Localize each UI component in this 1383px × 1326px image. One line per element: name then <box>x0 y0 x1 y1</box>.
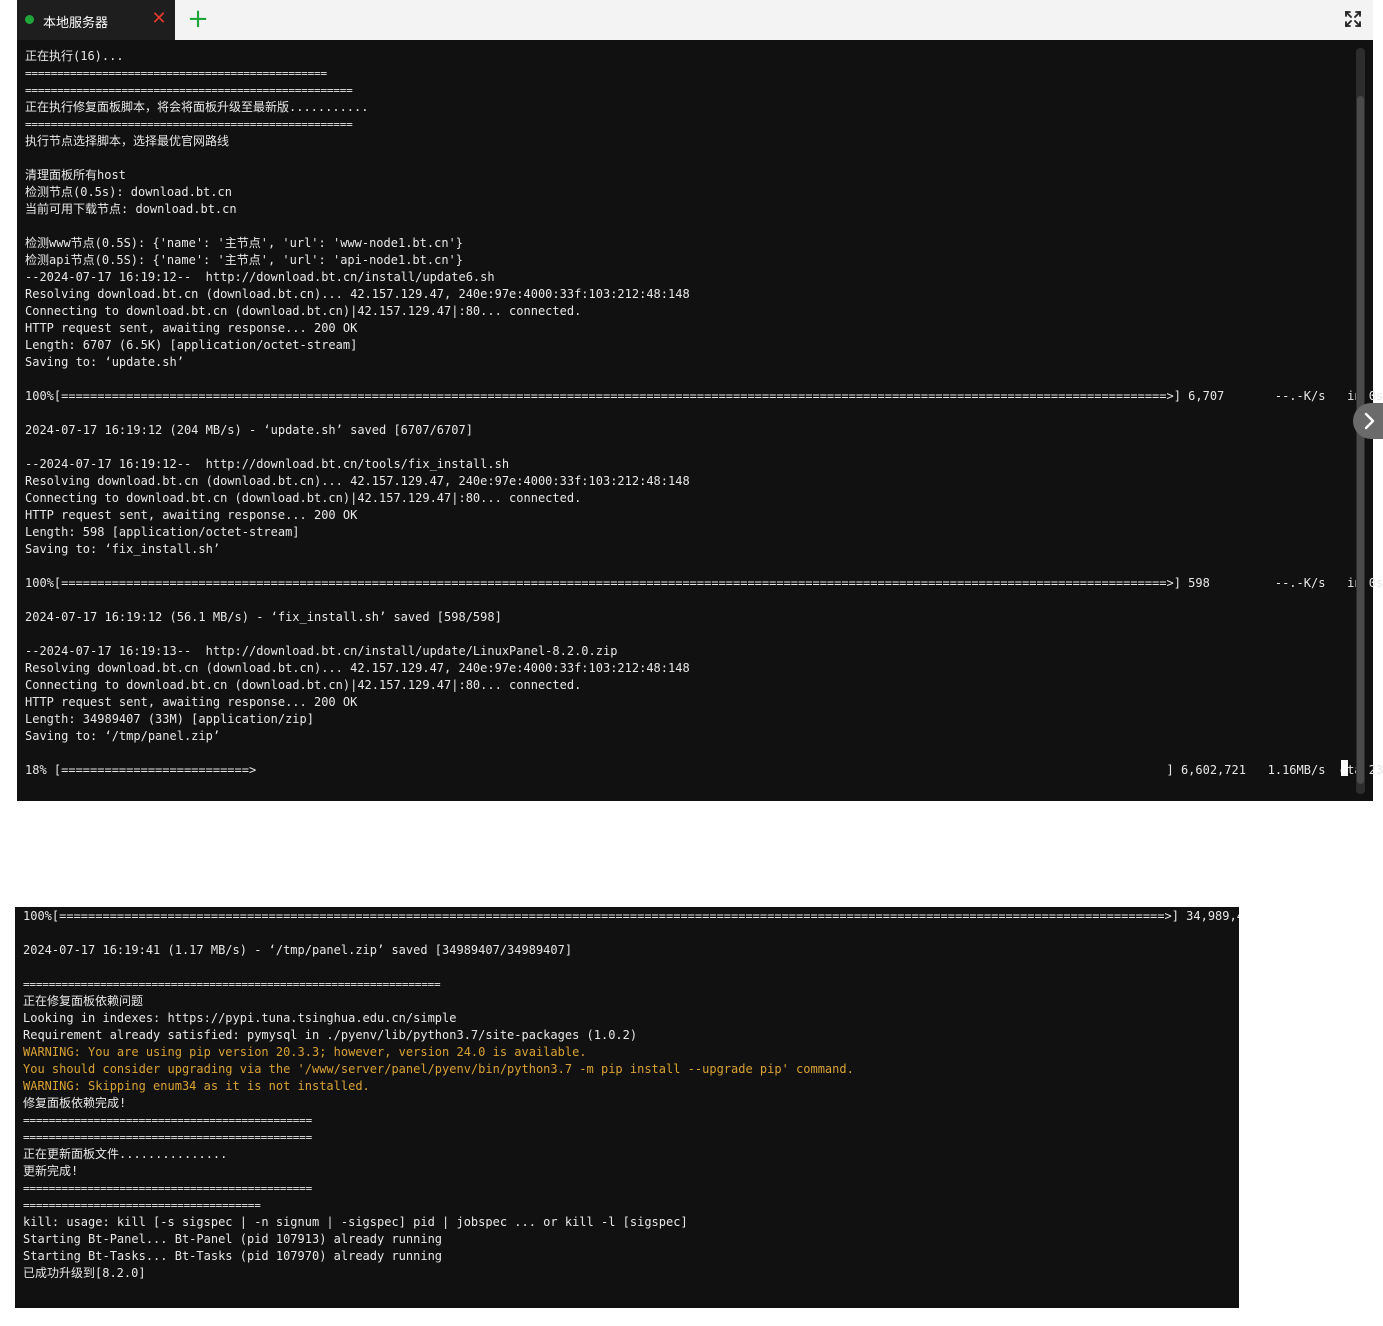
terminal-output-bottom[interactable]: 100%[===================================… <box>15 907 1239 1308</box>
terminal-tab-bar: 本地服务器 ✕ + <box>17 0 1373 41</box>
terminal-line: HTTP request sent, awaiting response... … <box>25 508 358 522</box>
terminal-line: Saving to: ‘update.sh’ <box>25 355 184 369</box>
terminal-line: 执行节点选择脚本，选择最优官网路线 <box>25 134 230 148</box>
terminal-line: Connecting to download.bt.cn (download.b… <box>25 304 582 318</box>
terminal-line: 当前可用下载节点: download.bt.cn <box>25 202 237 216</box>
chevron-right-icon[interactable] <box>1353 403 1383 439</box>
tab-label: 本地服务器 <box>43 15 109 30</box>
terminal-line: WARNING: You are using pip version 20.3.… <box>23 1045 587 1059</box>
terminal-line: 检测www节点(0.5S): {'name': '主节点', 'url': 'w… <box>25 236 464 250</box>
terminal-line: Looking in indexes: https://pypi.tuna.ts… <box>23 1011 457 1025</box>
terminal-line: Length: 598 [application/octet-stream] <box>25 525 300 539</box>
terminal-line: 检测api节点(0.5S): {'name': '主节点', 'url': 'a… <box>25 253 464 267</box>
terminal-line: 100%[===================================… <box>25 389 1383 403</box>
terminal-line: 修复面板依赖完成! <box>23 1096 127 1110</box>
terminal-line: ===================================== <box>23 1199 261 1212</box>
terminal-line: You should consider upgrading via the '/… <box>23 1062 854 1076</box>
terminal-line: HTTP request sent, awaiting response... … <box>25 695 358 709</box>
terminal-line: 18% [==========================> ] 6,602… <box>25 763 1383 777</box>
terminal-line: ========================================… <box>23 1182 313 1195</box>
terminal-line: Resolving download.bt.cn (download.bt.cn… <box>25 474 690 488</box>
terminal-line: 检测节点(0.5s): download.bt.cn <box>25 185 232 199</box>
terminal-line: Length: 34989407 (33M) [application/zip] <box>25 712 314 726</box>
add-icon[interactable]: + <box>187 5 209 33</box>
terminal-line: --2024-07-17 16:19:12-- http://download.… <box>25 270 495 284</box>
terminal-line: Connecting to download.bt.cn (download.b… <box>25 491 582 505</box>
fullscreen-icon[interactable] <box>1345 11 1361 27</box>
terminal-output-top[interactable]: 正在执行(16)... =============================… <box>17 40 1383 801</box>
terminal-line: Connecting to download.bt.cn (download.b… <box>25 678 582 692</box>
terminal-line: 100%[===================================… <box>23 909 1239 923</box>
terminal-line: ========================================… <box>23 1114 313 1127</box>
terminal-line: Saving to: ‘fix_install.sh’ <box>25 542 221 556</box>
terminal-lines: 正在执行(16)... =============================… <box>25 48 1383 779</box>
terminal-line: kill: usage: kill [-s sigspec | -n signu… <box>23 1215 688 1229</box>
status-dot-icon <box>25 15 34 24</box>
terminal-line: Starting Bt-Tasks... Bt-Tasks (pid 10797… <box>23 1249 443 1263</box>
terminal-line: --2024-07-17 16:19:12-- http://download.… <box>25 457 510 471</box>
terminal-line: Resolving download.bt.cn (download.bt.cn… <box>25 661 690 675</box>
terminal-line: HTTP request sent, awaiting response... … <box>25 321 358 335</box>
terminal-line: ========================================… <box>25 67 327 80</box>
terminal-line: Length: 6707 (6.5K) [application/octet-s… <box>25 338 358 352</box>
terminal-line: 2024-07-17 16:19:12 (56.1 MB/s) - ‘fix_i… <box>25 610 502 624</box>
terminal-line: ========================================… <box>25 118 353 131</box>
terminal-line: Saving to: ‘/tmp/panel.zip’ <box>25 729 221 743</box>
terminal-line: 2024-07-17 16:19:41 (1.17 MB/s) - ‘/tmp/… <box>23 943 573 957</box>
terminal-line: Starting Bt-Panel... Bt-Panel (pid 10791… <box>23 1232 443 1246</box>
scrollbar-thumb[interactable] <box>1357 96 1364 784</box>
close-icon[interactable]: ✕ <box>151 9 167 29</box>
terminal-line: 2024-07-17 16:19:12 (204 MB/s) - ‘update… <box>25 423 473 437</box>
terminal-line: ========================================… <box>25 84 353 97</box>
terminal-line: 更新完成! <box>23 1164 79 1178</box>
terminal-line: WARNING: Skipping enum34 as it is not in… <box>23 1079 370 1093</box>
terminal-line: 正在更新面板文件............... <box>23 1147 228 1161</box>
terminal-line: 正在执行修复面板脚本，将会将面板升级至最新版........... <box>25 100 369 114</box>
terminal-line: 已成功升级到[8.2.0] <box>23 1266 146 1280</box>
terminal-line: 正在修复面板依赖问题 <box>23 994 144 1008</box>
terminal-line: 正在执行(16)... <box>25 49 124 63</box>
terminal-line: ========================================… <box>23 978 441 991</box>
terminal-line: 100%[===================================… <box>25 576 1383 590</box>
terminal-lines: 100%[===================================… <box>23 908 1239 1282</box>
terminal-cursor <box>1341 760 1348 776</box>
terminal-line: Resolving download.bt.cn (download.bt.cn… <box>25 287 690 301</box>
tab-local-server[interactable]: 本地服务器 ✕ <box>17 0 175 40</box>
terminal-line: Requirement already satisfied: pymysql i… <box>23 1028 638 1042</box>
terminal-line: --2024-07-17 16:19:13-- http://download.… <box>25 644 618 658</box>
terminal-line: 清理面板所有host <box>25 168 126 182</box>
terminal-line: ========================================… <box>23 1131 313 1144</box>
